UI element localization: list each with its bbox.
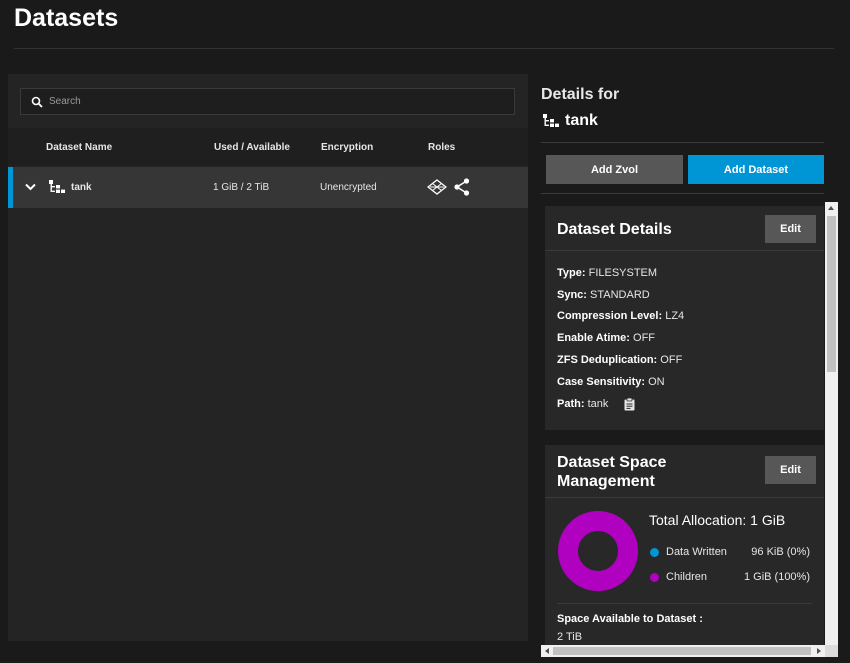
column-header-used-available[interactable]: Used / Available [214,142,290,153]
dataset-encryption: Unencrypted [320,182,377,193]
dataset-tree-icon [543,114,559,127]
chevron-down-icon[interactable] [25,183,36,191]
card-divider [545,250,824,251]
dataset-details-card: Dataset Details Edit Type: FILESYSTEM Sy… [545,206,824,430]
space-management-edit-button[interactable]: Edit [765,456,816,484]
details-heading: Details for [541,86,620,103]
detail-sync: Sync: STANDARD [557,289,650,301]
title-divider [14,48,834,49]
legend-swatch [650,548,659,557]
scrollbar-thumb[interactable] [553,647,811,655]
detail-compression-level: Compression Level: LZ4 [557,310,685,322]
detail-type: Type: FILESYSTEM [557,267,658,279]
add-dataset-button[interactable]: Add Dataset [688,155,824,184]
scroll-right-arrow-icon[interactable] [817,648,821,654]
search-icon [31,96,43,108]
scroll-up-arrow-icon[interactable] [828,206,834,210]
column-header-encryption[interactable]: Encryption [321,142,373,153]
dataset-details-edit-button[interactable]: Edit [765,215,816,243]
allocation-donut-chart [558,511,638,591]
search-box[interactable] [20,88,515,115]
add-zvol-button[interactable]: Add Zvol [546,155,683,184]
selected-row-indicator [8,167,13,208]
space-available-value: 2 TiB [557,631,583,643]
page-title: Datasets [14,4,119,32]
details-divider [541,142,824,143]
dataset-name: tank [71,182,92,193]
details-horizontal-scrollbar[interactable] [541,645,825,657]
search-input[interactable] [49,96,489,107]
total-allocation: Total Allocation: 1 GiB [649,512,786,528]
details-vertical-scrollbar[interactable] [825,202,838,656]
scrollbar-thumb[interactable] [827,216,836,372]
table-row[interactable]: tank 1 GiB / 2 TiB Unencrypted [8,167,528,208]
table-header: Dataset Name Used / Available Encryption… [8,128,528,166]
column-header-dataset-name[interactable]: Dataset Name [46,142,112,153]
card-divider [545,497,824,498]
space-management-card: Dataset Space Management Edit Total Allo… [545,445,824,657]
detail-enable-atime: Enable Atime: OFF [557,332,656,344]
dataset-details-title: Dataset Details [557,221,672,238]
buttons-divider [541,193,824,194]
share-icon[interactable] [454,178,470,196]
detail-path: Path: tank [557,398,609,410]
space-available-label: Space Available to Dataset : [557,613,703,625]
detail-zfs-deduplication: ZFS Deduplication: OFF [557,354,683,366]
dataset-tree-icon [49,180,65,193]
details-dataset-name: tank [565,112,598,129]
space-management-title-line2: Management [557,473,655,490]
detail-case-sensitivity: Case Sensitivity: ON [557,376,665,388]
scroll-left-arrow-icon[interactable] [545,648,549,654]
smb-share-icon[interactable] [427,179,447,195]
clipboard-icon[interactable] [624,398,635,411]
legend-swatch [650,573,659,582]
space-management-title-line1: Dataset Space [557,454,667,471]
dataset-used-available: 1 GiB / 2 TiB [213,182,270,193]
scrollbar-corner [825,645,838,657]
card-divider [557,603,812,604]
column-header-roles[interactable]: Roles [428,142,455,153]
